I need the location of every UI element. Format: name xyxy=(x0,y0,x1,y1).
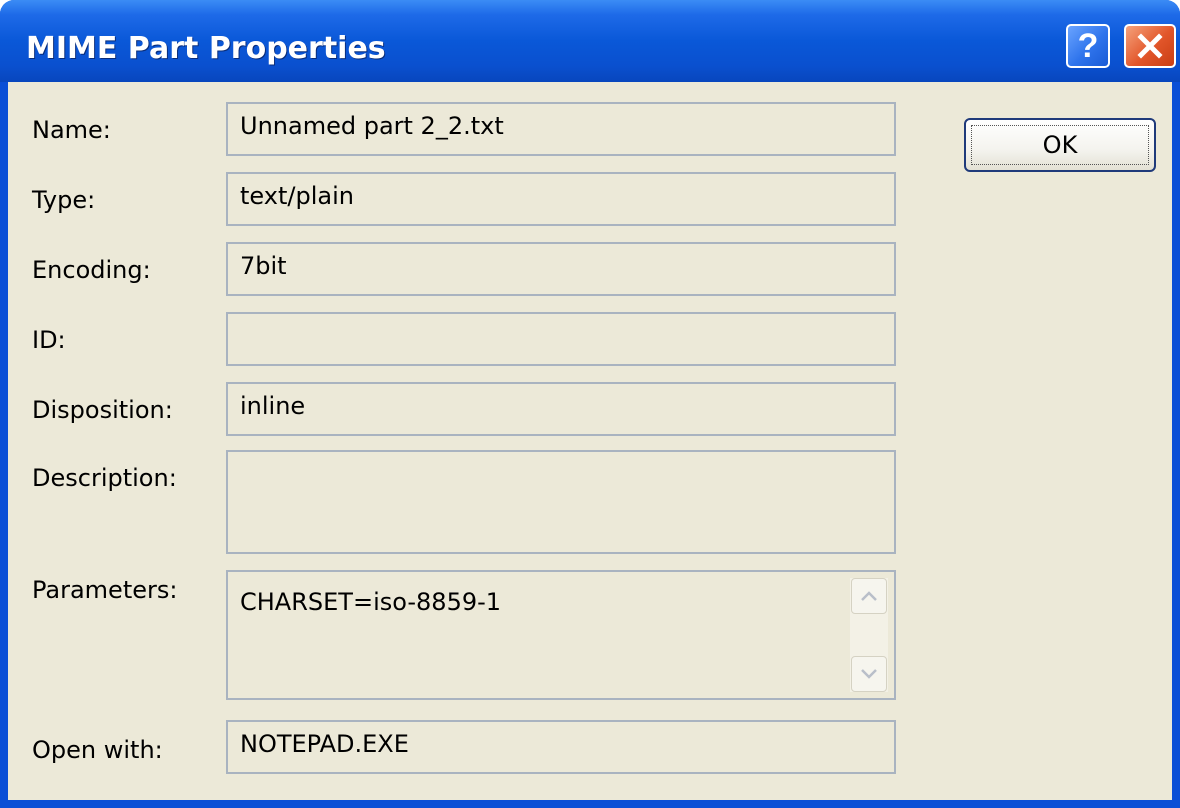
close-icon xyxy=(1137,33,1163,59)
disposition-label: Disposition: xyxy=(32,396,173,424)
open-with-label: Open with: xyxy=(32,736,163,764)
disposition-field[interactable]: inline xyxy=(226,382,896,436)
chevron-up-icon xyxy=(861,591,877,601)
window-title: MIME Part Properties xyxy=(26,31,386,66)
description-label: Description: xyxy=(32,464,177,492)
id-label: ID: xyxy=(32,326,66,354)
parameters-scrollbar[interactable] xyxy=(850,578,888,692)
chevron-down-icon xyxy=(861,669,877,679)
title-bar[interactable]: MIME Part Properties ? xyxy=(0,0,1180,82)
parameters-label: Parameters: xyxy=(32,576,178,604)
open-with-field[interactable]: NOTEPAD.EXE xyxy=(226,720,896,774)
parameters-value: CHARSET=iso-8859-1 xyxy=(240,588,502,616)
close-button[interactable] xyxy=(1124,24,1176,68)
name-label: Name: xyxy=(32,116,111,144)
scroll-up-button[interactable] xyxy=(851,578,887,614)
encoding-label: Encoding: xyxy=(32,256,151,284)
id-field[interactable] xyxy=(226,312,896,366)
mime-part-properties-dialog: MIME Part Properties ? Name: Unnamed par… xyxy=(0,0,1180,808)
description-field[interactable] xyxy=(226,450,896,554)
help-icon: ? xyxy=(1077,27,1099,65)
ok-button[interactable]: OK xyxy=(964,118,1156,172)
name-field[interactable]: Unnamed part 2_2.txt xyxy=(226,102,896,156)
parameters-textarea[interactable]: CHARSET=iso-8859-1 xyxy=(226,570,896,700)
scroll-down-button[interactable] xyxy=(851,656,887,692)
encoding-field[interactable]: 7bit xyxy=(226,242,896,296)
help-button[interactable]: ? xyxy=(1066,24,1110,68)
type-label: Type: xyxy=(32,186,96,214)
ok-button-label: OK xyxy=(1042,131,1078,159)
type-field[interactable]: text/plain xyxy=(226,172,896,226)
dialog-body: Name: Unnamed part 2_2.txt Type: text/pl… xyxy=(8,82,1172,800)
